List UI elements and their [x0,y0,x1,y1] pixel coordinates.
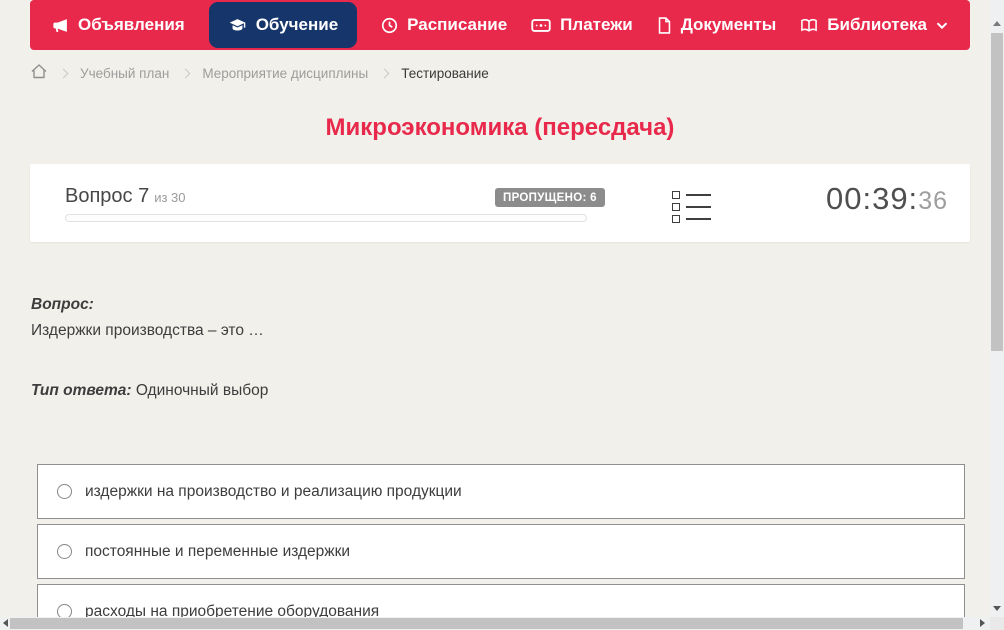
skipped-badge: ПРОПУЩЕНО: 6 [495,188,605,207]
vertical-scrollbar[interactable] [990,0,1004,617]
horizontal-scrollbar-thumb[interactable] [10,618,963,629]
answer-type-label: Тип ответа: [31,382,132,399]
graduation-cap-icon [228,17,247,34]
scroll-right-arrow-icon[interactable] [980,619,985,627]
answer-option[interactable]: издержки на производство и реализацию пр… [37,464,965,519]
radio-button[interactable] [57,484,72,499]
radio-button[interactable] [57,544,72,559]
document-icon [657,16,672,34]
nav-item-label: Платежи [560,15,633,34]
nav-item-label: Библиотека [827,15,927,34]
answer-type-value: Одиночный выбор [135,382,269,399]
question-block: Вопрос: Издержки производства – это … Ти… [31,292,931,404]
nav-item-announcements[interactable]: Объявления [52,0,185,50]
nav-item-label: Обучение [255,15,339,34]
wallet-icon [531,17,551,34]
answer-label: издержки на производство и реализацию пр… [85,482,462,500]
breadcrumb-item-discipline-event[interactable]: Мероприятие дисциплины [202,66,368,81]
scroll-down-arrow-icon[interactable] [993,606,1001,611]
nav-item-payments[interactable]: Платежи [531,0,633,50]
chevron-down-icon [936,21,948,30]
nav-item-label: Объявления [78,15,185,34]
answers-list: издержки на производство и реализацию пр… [37,464,965,630]
breadcrumb-item-testing: Тестирование [401,65,489,81]
answer-label: постоянные и переменные издержки [85,542,351,560]
timer-seconds: 36 [918,187,948,215]
megaphone-icon [52,17,69,34]
question-counter: Вопрос 7 из 30 [65,185,186,208]
nav-item-label: Расписание [407,15,508,34]
nav-item-documents[interactable]: Документы [657,0,777,50]
question-label: Вопрос: [31,296,94,313]
scroll-left-arrow-icon[interactable] [3,619,8,627]
breadcrumb-item-curriculum[interactable]: Учебный план [80,66,169,81]
question-total: из 30 [154,190,186,205]
nav-item-library[interactable]: Библиотека [800,0,948,50]
question-list-button[interactable] [672,191,711,227]
breadcrumb: Учебный план Мероприятие дисциплины Тест… [31,63,489,83]
breadcrumb-separator-icon [180,68,191,79]
scrollbar-corner [990,617,1004,630]
nav-item-label: Документы [680,15,777,34]
horizontal-scrollbar[interactable] [0,617,990,630]
answer-type-row: Тип ответа: Одиночный выбор [31,378,931,404]
list-icon [672,191,711,223]
breadcrumb-separator-icon [58,68,69,79]
question-panel: Вопрос 7 из 30 ПРОПУЩЕНО: 6 00:39:36 [30,164,970,242]
question-number: Вопрос 7 [65,185,150,207]
question-text: Издержки производства – это … [31,322,264,339]
timer-main: 00:39: [825,181,919,216]
clock-icon [381,17,398,34]
book-icon [800,17,818,34]
progress-bar [65,214,587,222]
breadcrumb-separator-icon [379,68,390,79]
answer-option[interactable]: постоянные и переменные издержки [37,524,965,579]
nav-item-schedule[interactable]: Расписание [381,0,507,50]
vertical-scrollbar-thumb[interactable] [991,33,1003,351]
top-nav: Объявления Обучение Расписание Платежи Д… [30,0,970,50]
scroll-up-arrow-icon[interactable] [993,21,1001,26]
nav-item-training[interactable]: Обучение [208,2,358,48]
home-icon[interactable] [31,64,47,82]
page-title: Микроэкономика (пересдача) [325,114,675,141]
timer: 00:39:36 [826,181,948,217]
